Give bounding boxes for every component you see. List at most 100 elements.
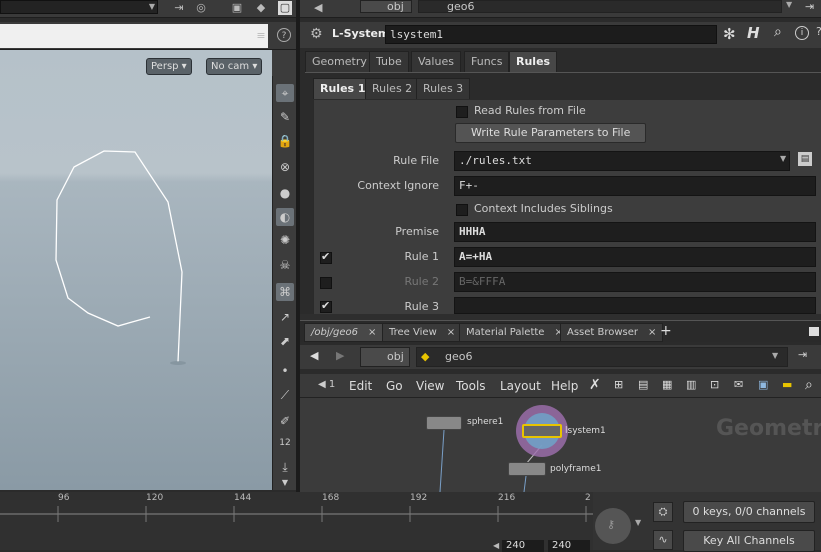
gear-icon[interactable]: ✻ — [723, 25, 736, 43]
search-icon[interactable]: ⌕ — [774, 24, 782, 40]
key-dial[interactable]: ⚷ — [595, 508, 631, 544]
maximize-icon[interactable] — [809, 327, 819, 336]
view-icon[interactable]: ⌖ — [276, 84, 294, 102]
skull-icon[interactable]: ☠ — [276, 256, 294, 274]
context-siblings-checkbox[interactable] — [456, 204, 468, 216]
tab-tube[interactable]: Tube — [369, 51, 409, 72]
rule1-field[interactable]: A=+HA — [454, 247, 816, 267]
pin-icon[interactable]: ⇥ — [172, 1, 186, 15]
lsystem1-node[interactable] — [522, 424, 562, 438]
pointer-icon[interactable]: ↗ — [276, 308, 294, 326]
sphere1-node[interactable] — [426, 416, 462, 430]
shapes-icon[interactable]: ◆ — [254, 1, 268, 15]
frame-arrow-icon[interactable]: ◀ — [493, 541, 499, 550]
rule3-field[interactable] — [454, 297, 816, 314]
sphere-icon[interactable]: ● — [276, 184, 294, 202]
file-browse-icon[interactable]: ▤ — [798, 152, 812, 166]
menu-tools[interactable]: Tools — [456, 379, 486, 393]
network-path-button[interactable]: obj — [360, 347, 410, 367]
menu-edit[interactable]: Edit — [349, 379, 372, 393]
tree-icon[interactable]: ⊞ — [614, 378, 623, 391]
brush-icon[interactable]: ✎ — [276, 108, 294, 126]
chevron-down-icon[interactable]: ▼ — [780, 154, 786, 163]
info-icon[interactable]: i — [795, 26, 809, 40]
close-circle-icon[interactable]: ⊗ — [276, 158, 294, 176]
camera-icon[interactable]: ⌘ — [276, 283, 294, 301]
tab-rules[interactable]: Rules — [509, 51, 558, 72]
image-icon[interactable]: ▣ — [758, 378, 768, 391]
camera-button[interactable]: No cam ▾ — [206, 58, 263, 75]
bulb-icon[interactable]: ✺ — [276, 231, 294, 249]
close-icon[interactable]: × — [368, 327, 376, 338]
chevron-down-icon[interactable]: ▼ — [772, 351, 778, 360]
pen-icon[interactable]: ✐ — [276, 412, 294, 430]
cube-icon[interactable]: ▣ — [230, 1, 244, 15]
network-canvas[interactable]: Geometry sphere1 lsystem1 polyframe1 — [300, 398, 821, 492]
display-options-icon[interactable]: ≡ — [254, 29, 268, 43]
detail-icon[interactable]: ▥ — [686, 378, 696, 391]
pin-icon[interactable]: ⇥ — [798, 348, 807, 361]
forward-arrow-icon[interactable]: ▶ — [336, 349, 344, 362]
subtab-rules-1[interactable]: Rules 1 — [313, 78, 373, 99]
keys-status-button[interactable]: 0 keys, 0/0 channels — [683, 501, 815, 523]
grid-size-icon[interactable]: 12 — [276, 434, 294, 452]
search-icon[interactable]: ⌕ — [805, 377, 813, 393]
list-icon[interactable]: ▤ — [638, 378, 648, 391]
wrench-icon[interactable]: ✗ — [589, 377, 601, 393]
panel-icon[interactable]: ▢ — [278, 1, 292, 15]
premise-field[interactable]: HHHA — [454, 222, 816, 242]
network-path-button[interactable]: obj — [360, 0, 412, 13]
close-icon[interactable]: × — [648, 327, 656, 338]
help-icon[interactable]: ? — [277, 28, 291, 42]
tab-funcs[interactable]: Funcs — [464, 51, 510, 72]
frame-start-field[interactable]: 240 — [502, 540, 544, 552]
folder-icon[interactable]: ▬ — [782, 378, 792, 391]
write-rule-parameters-button[interactable]: Write Rule Parameters to File — [455, 123, 647, 143]
viewport-selector-dropdown[interactable]: ▼ — [0, 0, 158, 14]
tab-material-palette[interactable]: Material Palette × — [459, 323, 570, 342]
tab-geometry[interactable]: Geometry — [305, 51, 374, 72]
context-ignore-field[interactable]: F+- — [454, 176, 816, 196]
tab-obj-geo6[interactable]: /obj/geo6 × — [304, 323, 384, 342]
subtab-rules-3[interactable]: Rules 3 — [416, 78, 471, 99]
lock-icon[interactable]: 🔒 — [276, 132, 294, 150]
target-icon[interactable]: ◎ — [194, 1, 208, 15]
grid-icon[interactable]: ▦ — [662, 378, 672, 391]
menu-go[interactable]: Go — [386, 379, 403, 393]
chevron-down-icon[interactable]: ▼ — [786, 0, 792, 9]
help-h-icon[interactable]: H — [747, 24, 760, 42]
measure-icon[interactable]: ⟋ — [276, 386, 294, 404]
network-icon[interactable]: ⊡ — [710, 378, 719, 391]
chevron-down-icon[interactable]: ▼ — [635, 518, 641, 527]
dot-icon[interactable]: • — [276, 362, 294, 380]
back-arrow-icon[interactable]: ◀ — [314, 1, 322, 14]
menu-layout[interactable]: Layout — [500, 379, 541, 393]
tab-asset-browser[interactable]: Asset Browser × — [560, 323, 664, 342]
node-name-field[interactable]: lsystem1 — [385, 25, 717, 44]
sticky-note-icon[interactable]: ✉ — [734, 378, 743, 391]
node-path-field[interactable]: geo6 — [418, 0, 782, 13]
scene-viewport[interactable]: Persp ▾ No cam ▾ — [0, 50, 272, 490]
help-icon[interactable]: ? — [816, 25, 821, 38]
pick-icon[interactable]: ⬈ — [276, 332, 294, 350]
menu-view[interactable]: View — [416, 379, 444, 393]
back-arrow-icon[interactable]: ◀ — [310, 349, 318, 362]
chevron-down-icon[interactable]: ▼ — [276, 474, 294, 492]
node-path-field[interactable]: geo6 — [416, 347, 788, 367]
menu-scroll-left-icon[interactable]: ◀ 1 — [318, 379, 335, 390]
keyframe-icon[interactable]: ⛭ — [653, 502, 673, 522]
curve-icon[interactable]: ∿ — [653, 530, 673, 550]
close-icon[interactable]: × — [447, 327, 455, 338]
read-rules-checkbox[interactable] — [456, 106, 468, 118]
add-tab-icon[interactable]: + — [660, 323, 672, 339]
pin-icon[interactable]: ⇥ — [805, 0, 814, 13]
rule2-field[interactable]: B=&FFFA — [454, 272, 816, 292]
key-all-channels-button[interactable]: Key All Channels — [683, 530, 815, 552]
tab-tree-view[interactable]: Tree View × — [382, 323, 463, 342]
light-icon[interactable]: ◐ — [276, 208, 294, 226]
tab-values[interactable]: Values — [411, 51, 461, 72]
menu-help[interactable]: Help — [551, 379, 578, 393]
polyframe1-node[interactable] — [508, 462, 546, 476]
frame-end-field[interactable]: 240 — [548, 540, 590, 552]
rule-file-field[interactable]: ./rules.txt — [454, 151, 790, 171]
